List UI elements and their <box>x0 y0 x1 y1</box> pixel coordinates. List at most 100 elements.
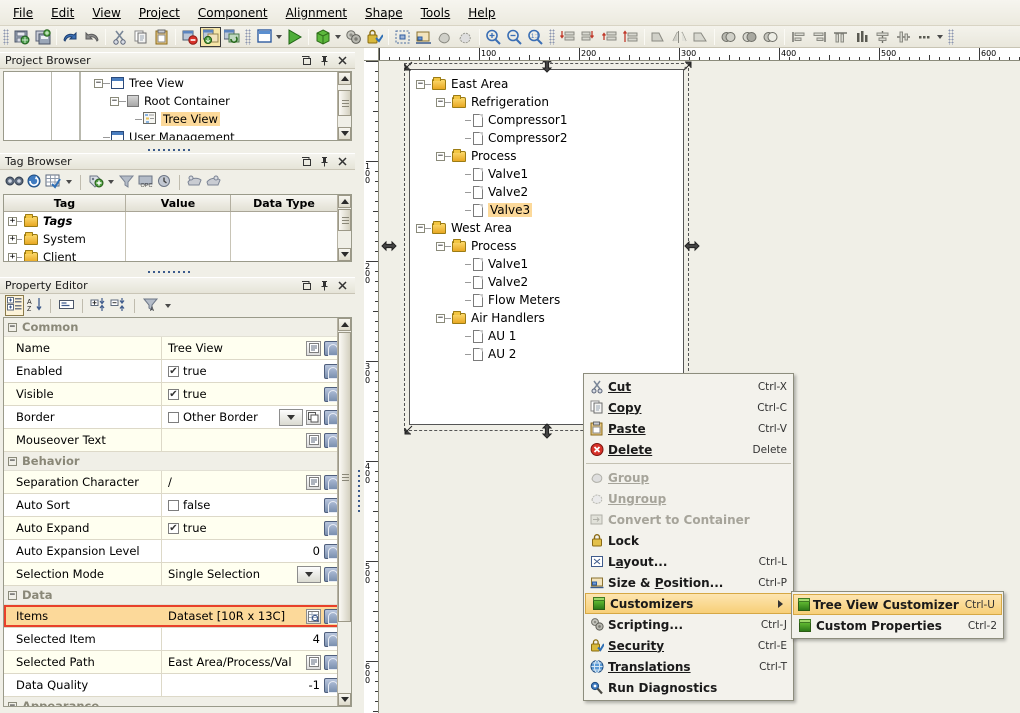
align-bottom-icon[interactable] <box>620 27 641 47</box>
expander-minus-icon[interactable]: − <box>436 98 445 107</box>
more-icon[interactable] <box>914 27 935 47</box>
column-header-datatype[interactable]: Data Type <box>231 195 338 211</box>
scrollbar-thumb[interactable] <box>338 209 351 231</box>
toolbar-grip-1[interactable] <box>3 29 9 45</box>
expander-minus-icon[interactable]: − <box>416 224 425 233</box>
shape-subtract-icon[interactable] <box>760 27 781 47</box>
tree-node[interactable]: − Refrigeration <box>416 93 568 111</box>
opc-icon[interactable]: OPC <box>137 173 154 192</box>
pin-icon[interactable] <box>319 55 330 66</box>
property-row-visible[interactable]: Visible ✔ true <box>4 383 342 406</box>
border-checkbox[interactable] <box>168 412 179 423</box>
collapse-toggle-icon[interactable]: − <box>8 323 17 332</box>
property-value[interactable]: -1 <box>162 674 324 696</box>
shape-union-icon[interactable] <box>718 27 739 47</box>
tree-node[interactable]: − West Area <box>416 219 568 237</box>
property-row-auto-expand[interactable]: Auto Expand ✔ true <box>4 517 342 540</box>
table-row[interactable]: + Tags <box>4 212 351 230</box>
float-icon[interactable] <box>301 156 312 167</box>
expression-icon[interactable] <box>306 655 321 670</box>
context-menu-item-cut[interactable]: Cut Ctrl-X <box>584 376 793 397</box>
filter-tag-icon[interactable] <box>118 173 135 192</box>
expander-minus-icon[interactable]: − <box>436 242 445 251</box>
tree-node[interactable]: AU 1 <box>416 327 568 345</box>
tag-grid-dropdown-arrow[interactable] <box>64 172 74 192</box>
property-category-data[interactable]: − Data <box>4 586 342 605</box>
close-icon[interactable] <box>337 156 348 167</box>
context-menu-item-translations[interactable]: Translations Ctrl-T <box>584 656 793 677</box>
copy-icon[interactable] <box>130 27 151 47</box>
property-value[interactable]: East Area/Process/Val <box>162 651 306 673</box>
menu-component[interactable]: Component <box>189 3 277 23</box>
alpha-sort-icon[interactable]: AZ <box>27 297 43 315</box>
delete-window-icon[interactable] <box>179 27 200 47</box>
tree-node[interactable]: − Process <box>416 147 568 165</box>
property-value[interactable]: / <box>162 471 306 493</box>
project-browser-node[interactable]: User Management <box>4 128 351 141</box>
column-header-value[interactable]: Value <box>126 195 231 211</box>
close-icon[interactable] <box>337 280 348 291</box>
project-browser-node[interactable]: − Tree View <box>4 74 351 92</box>
column-header-tag[interactable]: Tag <box>4 195 126 211</box>
scrollbar-thumb[interactable] <box>338 332 351 622</box>
refresh-tags-icon[interactable] <box>26 173 43 192</box>
component-palette-icon[interactable] <box>312 27 333 47</box>
resize-handle-nw[interactable] <box>401 61 414 72</box>
project-browser-scrollbar[interactable] <box>337 72 351 140</box>
visible-checkbox[interactable]: ✔ <box>168 389 179 400</box>
new-window-dropdown-arrow[interactable] <box>274 27 284 47</box>
tree-node[interactable]: − Process <box>416 237 568 255</box>
history-icon[interactable] <box>156 173 173 192</box>
property-row-mouseover-text[interactable]: Mouseover Text <box>4 429 342 452</box>
new-window-icon[interactable] <box>253 27 274 47</box>
security-icon[interactable] <box>364 27 385 47</box>
tree-view-component-frame[interactable]: − East Area − Refrigeration <box>409 69 684 425</box>
property-value[interactable]: Tree View <box>162 337 306 359</box>
context-menu-item-customizers[interactable]: Customizers <box>585 593 792 614</box>
property-value[interactable]: Dataset [10R x 13C] <box>162 605 306 627</box>
dataset-editor-icon[interactable] <box>306 609 321 624</box>
shear-icon[interactable] <box>690 27 711 47</box>
find-tag-icon[interactable] <box>5 173 24 192</box>
submenu-item-custom-properties[interactable]: Custom Properties Ctrl-2 <box>792 615 1003 636</box>
resize-handle-e[interactable] <box>684 239 697 252</box>
menu-edit[interactable]: Edit <box>42 3 83 23</box>
property-value[interactable]: 0 <box>162 540 324 562</box>
scrollbar-thumb[interactable] <box>338 90 351 116</box>
float-icon[interactable] <box>301 55 312 66</box>
border-editor-icon[interactable] <box>306 410 321 425</box>
menu-file[interactable]: File <box>4 3 42 23</box>
toolbar-grip-2[interactable] <box>245 29 251 45</box>
text-align-left-icon[interactable] <box>788 27 809 47</box>
undo-icon[interactable] <box>60 27 81 47</box>
export-icon[interactable] <box>205 173 222 192</box>
enabled-checkbox[interactable]: ✔ <box>168 366 179 377</box>
align-left-icon[interactable] <box>578 27 599 47</box>
open-window-icon[interactable] <box>200 27 221 47</box>
zoom-out-icon[interactable] <box>504 27 525 47</box>
collapse-all-icon[interactable] <box>110 297 127 315</box>
scroll-up-icon[interactable] <box>338 72 351 85</box>
tree-node-selected[interactable]: Valve3 <box>416 201 568 219</box>
resize-handle-s[interactable] <box>540 423 553 436</box>
expander-plus-icon[interactable]: + <box>8 235 17 244</box>
property-row-items[interactable]: Items Dataset [10R x 13C] <box>4 605 342 628</box>
new-tag-icon[interactable] <box>87 173 104 192</box>
toolbar-grip-3[interactable] <box>549 29 555 45</box>
property-category-appearance[interactable]: − Appearance <box>4 697 342 707</box>
expander-minus-icon[interactable]: − <box>110 97 119 106</box>
collapse-toggle-icon[interactable]: − <box>8 591 17 600</box>
tree-node[interactable]: Flow Meters <box>416 291 568 309</box>
settings-icon[interactable] <box>343 27 364 47</box>
property-row-enabled[interactable]: Enabled ✔ true <box>4 360 342 383</box>
property-editor-grid[interactable]: − Common Name Tree View Enabled ✔ true <box>3 317 352 707</box>
preview-mode-icon[interactable] <box>284 27 305 47</box>
submenu-item-tree-view-customizer[interactable]: Tree View Customizer Ctrl-U <box>793 594 1002 615</box>
context-menu-item-delete[interactable]: Delete Delete <box>584 439 793 460</box>
menu-alignment[interactable]: Alignment <box>277 3 356 23</box>
vertical-ruler[interactable]: 100200300400500600 <box>364 61 379 713</box>
zoom-reset-icon[interactable]: 1:1 <box>525 27 546 47</box>
menu-tools[interactable]: Tools <box>412 3 460 23</box>
toolbar-grip-4[interactable] <box>948 29 954 45</box>
expander-minus-icon[interactable]: − <box>94 79 103 88</box>
